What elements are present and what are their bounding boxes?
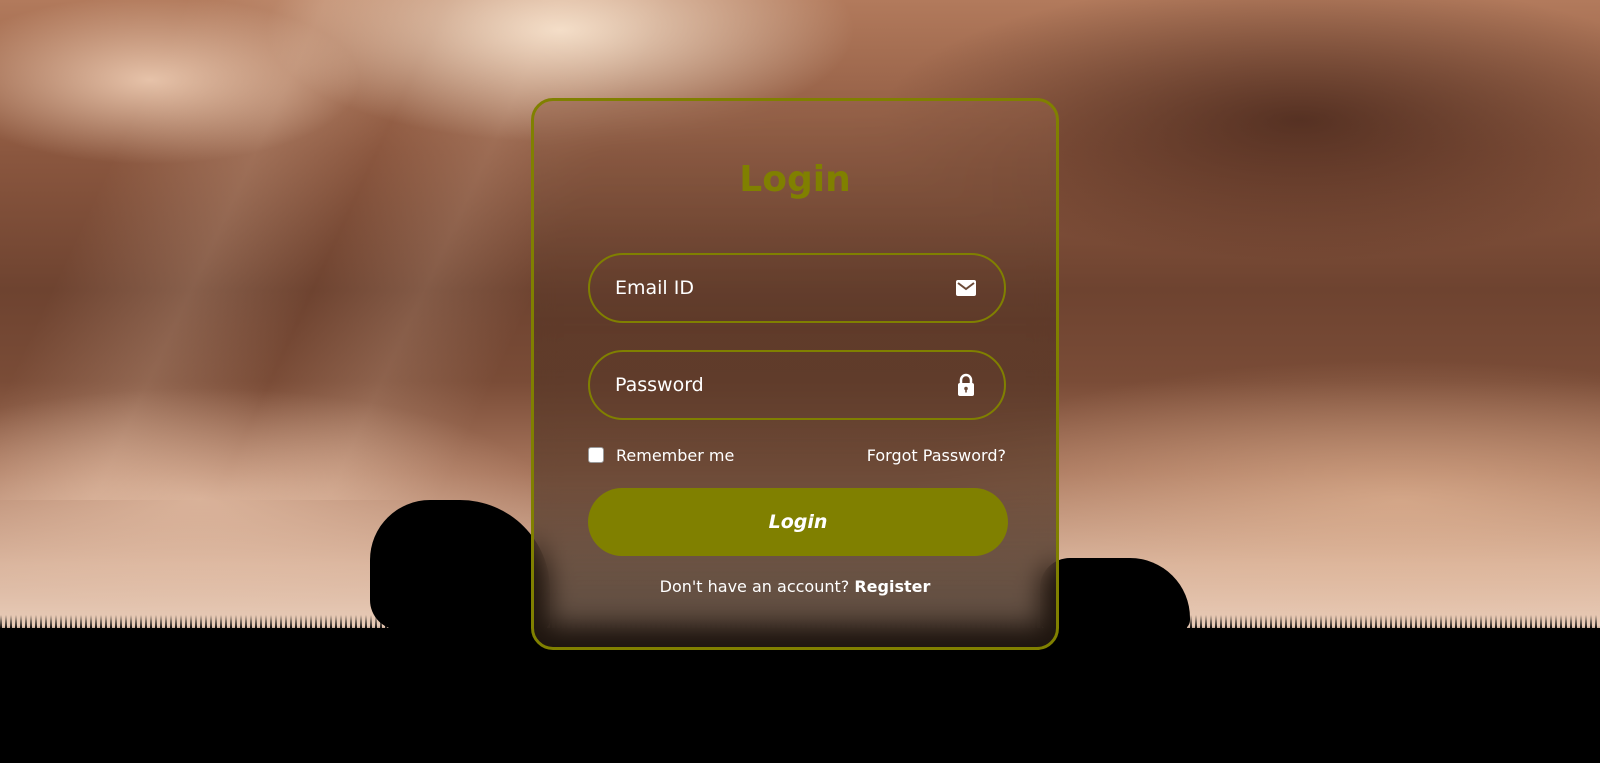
remember-me-label: Remember me — [616, 445, 735, 465]
register-row: Don't have an account? Register — [534, 577, 1056, 596]
lock-icon — [954, 373, 978, 397]
login-card: Login Email ID Remember me Forgot Passwo… — [531, 98, 1059, 650]
mail-icon — [954, 276, 978, 300]
animal-silhouette-left — [370, 500, 550, 630]
email-field-wrapper — [588, 253, 1006, 323]
remember-me[interactable]: Remember me — [588, 446, 734, 465]
forgot-password-link[interactable]: Forgot Password? — [867, 446, 1006, 465]
register-link[interactable]: Register — [854, 577, 930, 596]
password-field-wrapper — [588, 350, 1006, 420]
password-input[interactable] — [590, 352, 1004, 418]
register-prompt: Don't have an account? — [659, 577, 855, 596]
login-title: Login — [739, 159, 851, 200]
login-button[interactable]: Login — [588, 488, 1008, 556]
remember-me-checkbox[interactable] — [588, 447, 604, 463]
background-scene: Login Email ID Remember me Forgot Passwo… — [0, 0, 1600, 763]
email-input[interactable] — [590, 255, 1004, 321]
login-options: Remember me Forgot Password? — [588, 443, 1006, 467]
